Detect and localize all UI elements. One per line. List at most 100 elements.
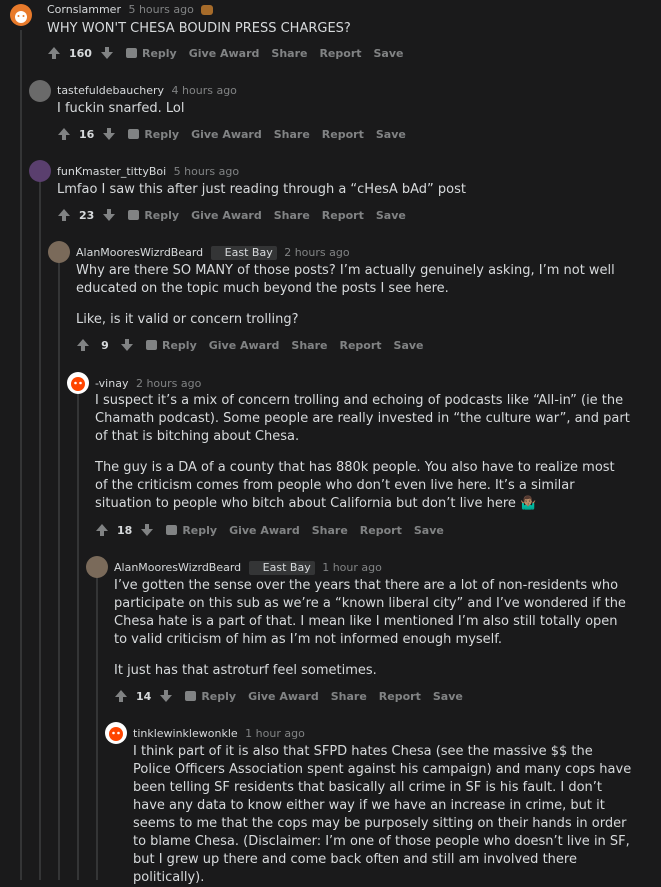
avatar[interactable]	[105, 722, 127, 744]
avatar[interactable]	[10, 4, 32, 26]
comment-body: Lmfao I saw this after just reading thro…	[57, 181, 637, 199]
comment-actions: 18 Reply Give Award Share Report Save	[95, 523, 444, 537]
avatar[interactable]	[48, 241, 70, 263]
upvote-icon[interactable]	[114, 689, 128, 703]
timestamp[interactable]: 5 hours ago	[128, 3, 193, 16]
upvote-icon[interactable]	[57, 127, 71, 141]
avatar[interactable]	[67, 372, 89, 394]
report-button[interactable]: Report	[322, 209, 364, 222]
timestamp[interactable]: 1 hour ago	[322, 561, 382, 574]
comment-actions: 9 Reply Give Award Share Report Save	[76, 338, 424, 352]
timestamp[interactable]: 2 hours ago	[136, 377, 201, 390]
thread-line[interactable]	[77, 393, 79, 880]
save-button[interactable]: Save	[376, 209, 406, 222]
username[interactable]: -vinay	[95, 377, 128, 390]
vote-score: 14	[136, 689, 152, 703]
save-button[interactable]: Save	[374, 47, 404, 60]
snoo-avatar-icon	[15, 11, 27, 23]
save-button[interactable]: Save	[376, 128, 406, 141]
comment-body: I fuckin snarfed. Lol	[57, 100, 637, 118]
save-button[interactable]: Save	[414, 524, 444, 537]
share-button[interactable]: Share	[274, 128, 310, 141]
report-button[interactable]: Report	[379, 690, 421, 703]
downvote-icon[interactable]	[140, 523, 154, 537]
reply-button[interactable]: Reply	[125, 47, 177, 60]
comment-actions: 160 Reply Give Award Share Report Save	[47, 46, 403, 60]
snoo-avatar-icon	[109, 727, 123, 741]
username[interactable]: tinklewinklewonkle	[133, 727, 238, 740]
upvote-icon[interactable]	[76, 338, 90, 352]
report-button[interactable]: Report	[339, 339, 381, 352]
comment-text: I’ve gotten the sense over the years tha…	[114, 578, 626, 647]
timestamp[interactable]: 4 hours ago	[172, 84, 237, 97]
timestamp[interactable]: 1 hour ago	[245, 727, 305, 740]
vote-score: 9	[101, 338, 109, 352]
give-award-button[interactable]: Give Award	[191, 128, 262, 141]
save-button[interactable]: Save	[433, 690, 463, 703]
downvote-icon[interactable]	[102, 208, 116, 222]
comment-actions: 16 Reply Give Award Share Report Save	[57, 127, 406, 141]
thread-line[interactable]	[96, 577, 98, 880]
avatar[interactable]	[29, 160, 51, 182]
reply-icon	[128, 129, 140, 139]
upvote-icon[interactable]	[95, 523, 109, 537]
report-button[interactable]: Report	[360, 524, 402, 537]
username[interactable]: AlanMooresWizrdBeard	[114, 561, 241, 574]
report-button[interactable]: Report	[319, 47, 361, 60]
reply-icon	[125, 48, 137, 58]
upvote-icon[interactable]	[47, 46, 61, 60]
thread-line[interactable]	[58, 262, 60, 880]
avatar[interactable]	[86, 556, 108, 578]
reply-icon	[166, 525, 178, 535]
username[interactable]: AlanMooresWizrdBeard	[76, 246, 203, 259]
user-flair: East Bay	[248, 561, 315, 575]
reply-icon	[128, 210, 140, 220]
downvote-icon[interactable]	[102, 127, 116, 141]
reply-button[interactable]: Reply	[128, 209, 179, 222]
comment-text: WHY WON'T CHESA BOUDIN PRESS CHARGES?	[47, 21, 351, 36]
vote-score: 23	[79, 208, 95, 222]
username[interactable]: tastefuldebauchery	[57, 84, 164, 97]
comment-text: I suspect it’s a mix of concern trolling…	[95, 393, 630, 444]
upvote-icon[interactable]	[57, 208, 71, 222]
thread-line[interactable]	[39, 180, 41, 880]
comment-text: Lmfao I saw this after just reading thro…	[57, 182, 466, 197]
reply-button[interactable]: Reply	[146, 339, 197, 352]
timestamp[interactable]: 2 hours ago	[284, 246, 349, 259]
reply-icon	[146, 340, 157, 350]
save-button[interactable]: Save	[394, 339, 424, 352]
share-button[interactable]: Share	[271, 47, 307, 60]
timestamp[interactable]: 5 hours ago	[174, 165, 239, 178]
downvote-icon[interactable]	[120, 338, 134, 352]
comment-actions: 23 Reply Give Award Share Report Save	[57, 208, 406, 222]
share-button[interactable]: Share	[331, 690, 367, 703]
avatar[interactable]	[29, 80, 51, 102]
downvote-icon[interactable]	[100, 46, 114, 60]
vote-score: 160	[69, 46, 92, 60]
share-button[interactable]: Share	[291, 339, 327, 352]
give-award-button[interactable]: Give Award	[248, 690, 319, 703]
comment-text: I fuckin snarfed. Lol	[57, 101, 185, 116]
share-button[interactable]: Share	[274, 209, 310, 222]
reply-icon	[185, 691, 197, 701]
share-button[interactable]: Share	[312, 524, 348, 537]
vote-score: 16	[79, 127, 95, 141]
reply-button[interactable]: Reply	[166, 524, 217, 537]
downvote-icon[interactable]	[159, 689, 173, 703]
report-button[interactable]: Report	[322, 128, 364, 141]
give-award-button[interactable]: Give Award	[191, 209, 262, 222]
give-award-button[interactable]: Give Award	[189, 47, 260, 60]
username[interactable]: Cornslammer	[47, 3, 121, 16]
username[interactable]: funKmaster_tittyBoi	[57, 165, 166, 178]
give-award-button[interactable]: Give Award	[229, 524, 300, 537]
give-award-button[interactable]: Give Award	[209, 339, 280, 352]
award-icon[interactable]	[201, 5, 214, 15]
comment-body: WHY WON'T CHESA BOUDIN PRESS CHARGES?	[47, 20, 637, 38]
snoo-avatar-icon	[71, 377, 85, 391]
reply-button[interactable]: Reply	[185, 690, 236, 703]
comment-body: Why are there SO MANY of those posts? I’…	[76, 262, 626, 329]
user-flair: East Bay	[210, 246, 277, 260]
reply-button[interactable]: Reply	[128, 128, 179, 141]
thread-line[interactable]	[20, 30, 22, 880]
comment-text: It just has that astroturf feel sometime…	[114, 663, 377, 678]
